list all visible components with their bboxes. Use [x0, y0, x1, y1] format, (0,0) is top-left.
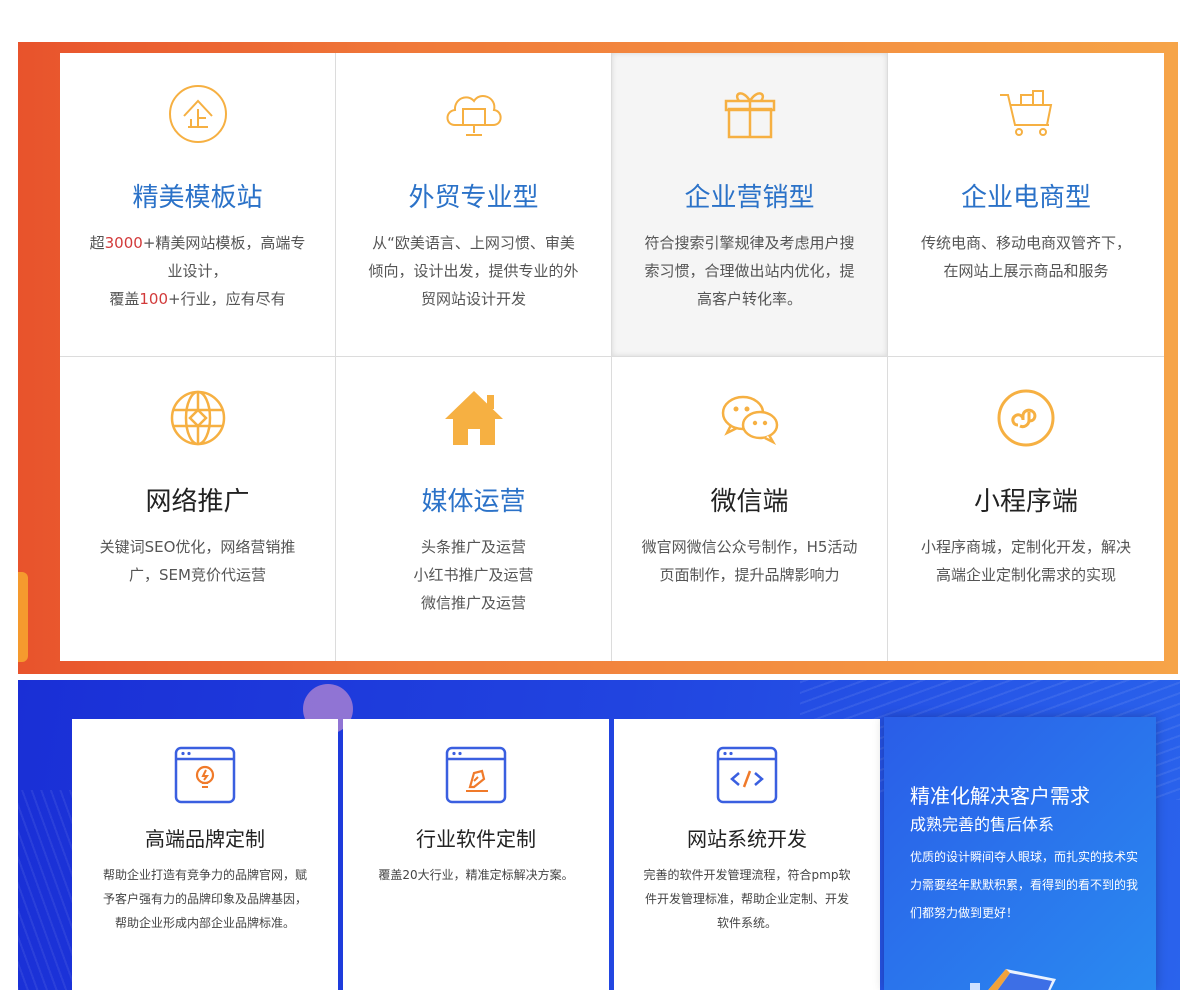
card-desc: 覆盖20大行业，精准定标解决方案。: [378, 868, 574, 882]
card-web-system[interactable]: 网站系统开发 完善的软件开发管理流程，符合pmp软件开发管理标准，帮助企业定制、…: [614, 719, 880, 990]
service-enterprise-marketing[interactable]: 企业营销型 符合搜索引擎规律及考虑用户搜索习惯，合理做出站内优化，提高客户转化率…: [612, 53, 888, 357]
service-desc: 关键词SEO优化，网络营销推广，SEM竞价代运营: [99, 538, 296, 584]
service-mini-program[interactable]: 小程序端 小程序商城，定制化开发，解决高端企业定制化需求的实现: [888, 357, 1164, 661]
service-title: 精美模板站: [132, 183, 263, 213]
service-desc: 微官网微信公众号制作，H5活动页面制作，提升品牌影响力: [641, 538, 858, 584]
shopping-cart-icon: [1000, 90, 1053, 136]
pen-window-icon: [445, 746, 507, 804]
service-foreign-trade[interactable]: 外贸专业型 从“欧美语言、上网习惯、审美倾向，设计出发，提供专业的外贸网站设计开…: [336, 53, 612, 357]
service-desc: 符合搜索引擎规律及考虑用户搜索习惯，合理做出站内优化，提高客户转化率。: [644, 234, 855, 308]
service-network-promotion[interactable]: 网络推广 关键词SEO优化，网络营销推广，SEM竞价代运营: [60, 357, 336, 661]
service-title: 企业营销型: [684, 183, 815, 213]
promo-subheading: 成熟完善的售后体系: [910, 815, 1055, 834]
promo-panel[interactable]: 精准化解决客户需求 成熟完善的售后体系 优质的设计瞬间夺人眼球，而扎实的技术实力…: [884, 717, 1156, 990]
service-desc: 小程序商城，定制化开发，解决高端企业定制化需求的实现: [920, 538, 1131, 584]
service-desc: 传统电商、移动电商双管齐下，在网站上展示商品和服务: [920, 234, 1131, 280]
wechat-icon: [721, 395, 778, 445]
laptop-illustration-icon: [970, 969, 1056, 990]
card-title: 高端品牌定制: [145, 827, 265, 851]
side-tab[interactable]: [18, 572, 28, 662]
services-grid: 精美模板站 超3000+精美网站模板，高端专业设计， 覆盖100+行业，应有尽有 …: [60, 53, 1164, 661]
service-title: 媒体运营: [421, 487, 526, 517]
code-window-icon: [716, 746, 778, 804]
service-title: 网络推广: [145, 487, 250, 517]
service-wechat[interactable]: 微信端 微官网微信公众号制作，H5活动页面制作，提升品牌影响力: [612, 357, 888, 661]
cloud-monitor-icon: [446, 95, 502, 136]
card-industry-software[interactable]: 行业软件定制 覆盖20大行业，精准定标解决方案。: [343, 719, 609, 990]
lightbulb-window-icon: [174, 746, 236, 804]
service-desc: 超3000+精美网站模板，高端专业设计， 覆盖100+行业，应有尽有: [89, 234, 306, 308]
card-desc: 帮助企业打造有竞争力的品牌官网，赋予客户强有力的品牌印象及品牌基因，帮助企业形成…: [102, 868, 307, 930]
service-desc: 从“欧美语言、上网习惯、审美倾向，设计出发，提供专业的外贸网站设计开发: [368, 234, 579, 308]
card-desc: 完善的软件开发管理流程，符合pmp软件开发管理标准，帮助企业定制、开发软件系统。: [643, 868, 851, 930]
gift-box-icon: [724, 92, 775, 139]
service-title: 小程序端: [973, 487, 1078, 517]
home-icon: [444, 391, 503, 445]
service-title: 微信端: [710, 487, 789, 517]
enterprise-circle-icon: [168, 85, 227, 143]
service-media-operation[interactable]: 媒体运营 头条推广及运营 小红书推广及运营 微信推广及运营: [336, 357, 612, 661]
service-ecommerce[interactable]: 企业电商型 传统电商、移动电商双管齐下，在网站上展示商品和服务: [888, 53, 1164, 357]
card-title: 网站系统开发: [687, 827, 807, 851]
promo-text: 优质的设计瞬间夺人眼球，而扎实的技术实力需要经年默默积累，看得到的看不到的我们都…: [910, 850, 1139, 920]
service-template-site[interactable]: 精美模板站 超3000+精美网站模板，高端专业设计， 覆盖100+行业，应有尽有: [60, 53, 336, 357]
globe-icon: [170, 390, 225, 446]
card-brand-custom[interactable]: 高端品牌定制 帮助企业打造有竞争力的品牌官网，赋予客户强有力的品牌印象及品牌基因…: [72, 719, 338, 990]
service-title: 外贸专业型: [408, 183, 539, 213]
card-title: 行业软件定制: [416, 827, 536, 851]
service-desc: 头条推广及运营 小红书推广及运营 微信推广及运营: [413, 538, 534, 612]
promo-heading: 精准化解决客户需求: [910, 784, 1090, 808]
mini-program-icon: [997, 389, 1055, 447]
service-title: 企业电商型: [960, 183, 1091, 213]
